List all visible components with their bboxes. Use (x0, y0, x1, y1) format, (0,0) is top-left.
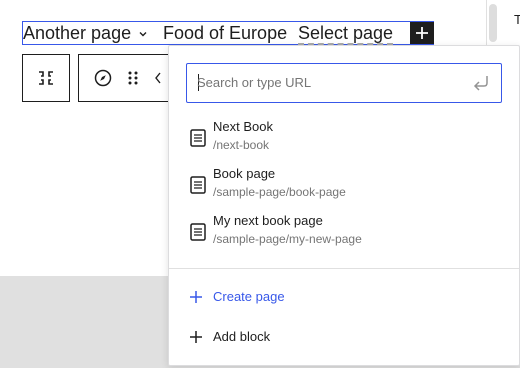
block-type-icon (39, 71, 53, 85)
scrollbar-thumb[interactable] (489, 4, 497, 42)
nav-item-another-page[interactable]: Another page (23, 22, 148, 44)
search-result-url: /next-book (213, 138, 270, 152)
search-result-url: /sample-page/my-new-page (213, 232, 362, 246)
plus-icon (190, 331, 202, 343)
page-icon (190, 129, 206, 147)
enter-return-icon[interactable] (471, 72, 493, 94)
add-block-label: Add block (213, 329, 271, 344)
nav-item-food-of-europe[interactable]: Food of Europe (163, 22, 287, 44)
drag-handle-icon (128, 71, 138, 85)
search-result-title: Next Book (213, 119, 273, 134)
link-search-field[interactable] (186, 63, 502, 103)
search-result-title: My next book page (213, 213, 323, 228)
search-result-item[interactable]: My next book page /sample-page/my-new-pa… (179, 212, 509, 256)
add-nav-item-button[interactable] (410, 22, 434, 44)
block-toolbar-group-type (22, 54, 70, 102)
create-page-label: Create page (213, 289, 285, 304)
nav-item-label: Food of Europe (163, 23, 288, 43)
search-result-url: /sample-page/book-page (213, 185, 346, 199)
search-result-item[interactable]: Book page /sample-page/book-page (179, 165, 509, 209)
navigation-block[interactable]: Another page Food of Europe Select page (22, 21, 434, 45)
navigation-view-button[interactable] (87, 55, 119, 101)
sidebar-truncated-text: T (514, 12, 520, 27)
page-icon (190, 223, 206, 241)
nav-item-label: Another page (23, 23, 132, 43)
popover-divider (169, 268, 519, 269)
link-control-popover: Next Book /next-book Book page /sample-p… (168, 45, 520, 366)
chevron-down-icon[interactable] (138, 29, 148, 39)
nav-item-label: Select page (298, 23, 394, 45)
move-left-button[interactable] (147, 55, 169, 101)
plus-icon (416, 27, 428, 39)
plus-icon (190, 291, 202, 303)
compass-icon (94, 69, 112, 87)
chevron-left-icon (155, 72, 161, 84)
search-result-item[interactable]: Next Book /next-book (179, 118, 509, 162)
nav-item-select-page[interactable]: Select page (298, 22, 394, 45)
search-result-title: Book page (213, 166, 276, 181)
drag-handle[interactable] (117, 55, 149, 101)
link-search-input[interactable] (197, 64, 459, 101)
block-type-button[interactable] (30, 55, 62, 101)
page-icon (190, 176, 206, 194)
